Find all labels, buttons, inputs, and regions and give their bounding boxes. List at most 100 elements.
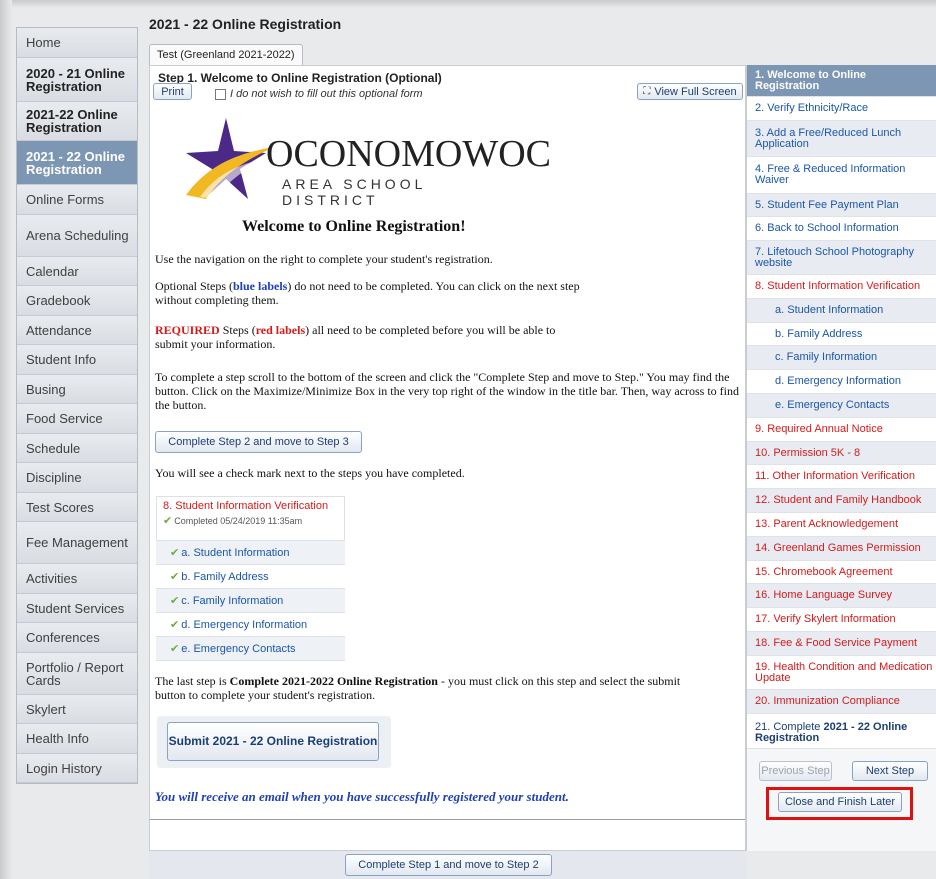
scroll-instructions: To complete a step scroll to the bottom … — [155, 370, 740, 412]
nav-item-conferences[interactable]: Conferences — [17, 623, 137, 653]
nav-item-2020-21-registration[interactable]: 2020 - 21 Online Registration — [17, 58, 137, 102]
check-icon: ✔ — [170, 595, 180, 607]
step-18-fee-food[interactable]: 18. Fee & Food Service Payment — [747, 632, 936, 656]
welcome-heading: Welcome to Online Registration! — [242, 218, 466, 235]
step-19-health-condition[interactable]: 19. Health Condition and Medication Upda… — [747, 656, 936, 690]
nav-item-student-services[interactable]: Student Services — [17, 594, 137, 623]
required-label: REQUIRED — [155, 323, 220, 337]
step-21-complete-registration[interactable]: 21. Complete 2021 - 22 Online Registrati… — [747, 714, 936, 749]
nav-item-discipline[interactable]: Discipline — [17, 463, 137, 493]
optional-steps-text: Optional Steps (blue labels) do not need… — [155, 279, 580, 307]
check-mark-text: You will see a check mark next to the st… — [155, 466, 465, 480]
check-icon: ✔ — [170, 643, 180, 655]
content-footer: Complete Step 1 and move to Step 2 — [149, 851, 746, 879]
example-step-list: 8. Student Information Verification ✔ Com… — [156, 496, 345, 661]
nav-item-home[interactable]: Home — [17, 28, 137, 58]
example-submit-button[interactable]: Submit 2021 - 22 Online Registration — [167, 722, 379, 761]
step-8b-family-address[interactable]: b. Family Address — [747, 323, 936, 346]
view-full-screen-button[interactable]: ⛶ View Full Screen — [637, 83, 743, 100]
example-completed-date: ✔ Completed 05/24/2019 11:35am — [163, 515, 303, 527]
step-8-student-info-verification[interactable]: 8. Student Information Verification — [747, 275, 936, 299]
example-substep: ✔ a. Student Information — [156, 541, 345, 565]
step-title: Step 1. Welcome to Online Registration (… — [158, 71, 442, 85]
expand-icon: ⛶ — [643, 86, 651, 97]
step-17-skylert[interactable]: 17. Verify Skylert Information — [747, 608, 936, 632]
tab-greenland[interactable]: Test (Greenland 2021-2022) — [149, 44, 303, 66]
example-step-title: 8. Student Information Verification — [163, 500, 329, 512]
nav-item-food-service[interactable]: Food Service — [17, 404, 137, 434]
step-8e-emergency-contacts[interactable]: e. Emergency Contacts — [747, 394, 936, 418]
page-title: 2021 - 22 Online Registration — [149, 16, 342, 32]
district-logo: OCONOMOWOC AREA SCHOOL DISTRICT — [178, 113, 551, 208]
main-content: Step 1. Welcome to Online Registration (… — [149, 65, 746, 851]
step-5-fee-plan[interactable]: 5. Student Fee Payment Plan — [747, 194, 936, 217]
last-step-bold: Complete 2021-2022 Online Registration — [229, 674, 438, 688]
nav-item-activities[interactable]: Activities — [17, 564, 137, 594]
navigation-instructions: Use the navigation on the right to compl… — [155, 252, 493, 266]
step-20-immunization[interactable]: 20. Immunization Compliance — [747, 690, 936, 714]
check-icon: ✔ — [170, 619, 180, 631]
highlight-box — [766, 787, 913, 820]
nav-item-portfolio-report-cards[interactable]: Portfolio / Report Cards — [17, 653, 137, 695]
optional-form-checkbox[interactable] — [215, 88, 226, 100]
step-2-ethnicity[interactable]: 2. Verify Ethnicity/Race — [747, 97, 936, 121]
step-11-other-info[interactable]: 11. Other Information Verification — [747, 465, 936, 489]
example-substep: ✔ d. Emergency Information — [156, 613, 345, 637]
step-8d-emergency-information[interactable]: d. Emergency Information — [747, 370, 936, 394]
nav-item-login-history[interactable]: Login History — [17, 754, 137, 783]
nav-item-arena-scheduling[interactable]: Arena Scheduling — [17, 215, 137, 257]
nav-item-2021-22-registration[interactable]: 2021-22 Online Registration — [17, 102, 137, 141]
step-14-greenland-games[interactable]: 14. Greenland Games Permission — [747, 537, 936, 561]
step-navigation: 1. Welcome to Online Registration 2. Ver… — [746, 65, 936, 851]
step-6-back-to-school[interactable]: 6. Back to School Information — [747, 217, 936, 241]
blue-labels-text: blue labels — [233, 279, 288, 293]
email-confirmation-message: You will receive an email when you have … — [155, 789, 569, 804]
nav-item-health-info[interactable]: Health Info — [17, 724, 137, 754]
example-step-header: 8. Student Information Verification ✔ Com… — [156, 496, 345, 541]
nav-item-gradebook[interactable]: Gradebook — [17, 286, 137, 316]
nav-item-skylert[interactable]: Skylert — [17, 695, 137, 724]
print-button[interactable]: Print — [153, 83, 192, 100]
window-shadow-top — [0, 0, 936, 8]
check-icon: ✔ — [170, 547, 180, 559]
submit-button-area: Submit 2021 - 22 Online Registration — [157, 716, 391, 768]
step-7-lifetouch[interactable]: 7. Lifetouch School Photography website — [747, 241, 936, 275]
step-1-welcome[interactable]: 1. Welcome to Online Registration — [747, 65, 936, 97]
divider — [150, 819, 745, 820]
step-15-chromebook[interactable]: 15. Chromebook Agreement — [747, 561, 936, 584]
nav-item-student-info[interactable]: Student Info — [17, 345, 137, 375]
step-8a-student-information[interactable]: a. Student Information — [747, 299, 936, 323]
nav-item-fee-management[interactable]: Fee Management — [17, 522, 137, 564]
check-icon: ✔ — [163, 515, 173, 527]
nav-item-schedule[interactable]: Schedule — [17, 434, 137, 463]
optional-form-checkbox-label: I do not wish to fill out this optional … — [230, 88, 423, 100]
step-16-home-language[interactable]: 16. Home Language Survey — [747, 584, 936, 608]
nav-item-attendance[interactable]: Attendance — [17, 316, 137, 345]
nav-item-2021-22-registration-active[interactable]: 2021 - 22 Online Registration — [17, 141, 137, 185]
complete-step1-button[interactable]: Complete Step 1 and move to Step 2 — [345, 854, 552, 876]
view-full-screen-label: View Full Screen — [654, 85, 737, 98]
step-13-parent-ack[interactable]: 13. Parent Acknowledgement — [747, 513, 936, 537]
step-4-waiver[interactable]: 4. Free & Reduced Information Waiver — [747, 157, 936, 194]
left-navigation: Home 2020 - 21 Online Registration 2021-… — [16, 27, 138, 784]
previous-step-button[interactable]: Previous Step — [759, 761, 832, 781]
step-10-permission[interactable]: 10. Permission 5K - 8 — [747, 442, 936, 465]
example-substep: ✔ b. Family Address — [156, 565, 345, 589]
window-shadow-left — [0, 0, 12, 879]
nav-item-calendar[interactable]: Calendar — [17, 257, 137, 286]
example-substep: ✔ c. Family Information — [156, 589, 345, 613]
example-complete-step2-button[interactable]: Complete Step 2 and move to Step 3 — [155, 431, 362, 453]
nav-item-online-forms[interactable]: Online Forms — [17, 185, 137, 215]
logo-wordmark: OCONOMOWOC — [266, 133, 551, 175]
step-9-annual-notice[interactable]: 9. Required Annual Notice — [747, 418, 936, 442]
nav-item-busing[interactable]: Busing — [17, 375, 137, 404]
optional-form-checkbox-row: I do not wish to fill out this optional … — [215, 88, 423, 100]
step-3-free-reduced-lunch[interactable]: 3. Add a Free/Reduced Lunch Application — [747, 121, 936, 157]
nav-item-test-scores[interactable]: Test Scores — [17, 493, 137, 522]
next-step-button[interactable]: Next Step — [852, 761, 928, 781]
step-12-handbook[interactable]: 12. Student and Family Handbook — [747, 489, 936, 513]
last-step-text: The last step is Complete 2021-2022 Onli… — [155, 674, 681, 702]
required-steps-text: REQUIRED Steps (red labels) all need to … — [155, 323, 556, 351]
red-labels-text: red labels — [255, 323, 306, 337]
step-8c-family-information[interactable]: c. Family Information — [747, 346, 936, 370]
